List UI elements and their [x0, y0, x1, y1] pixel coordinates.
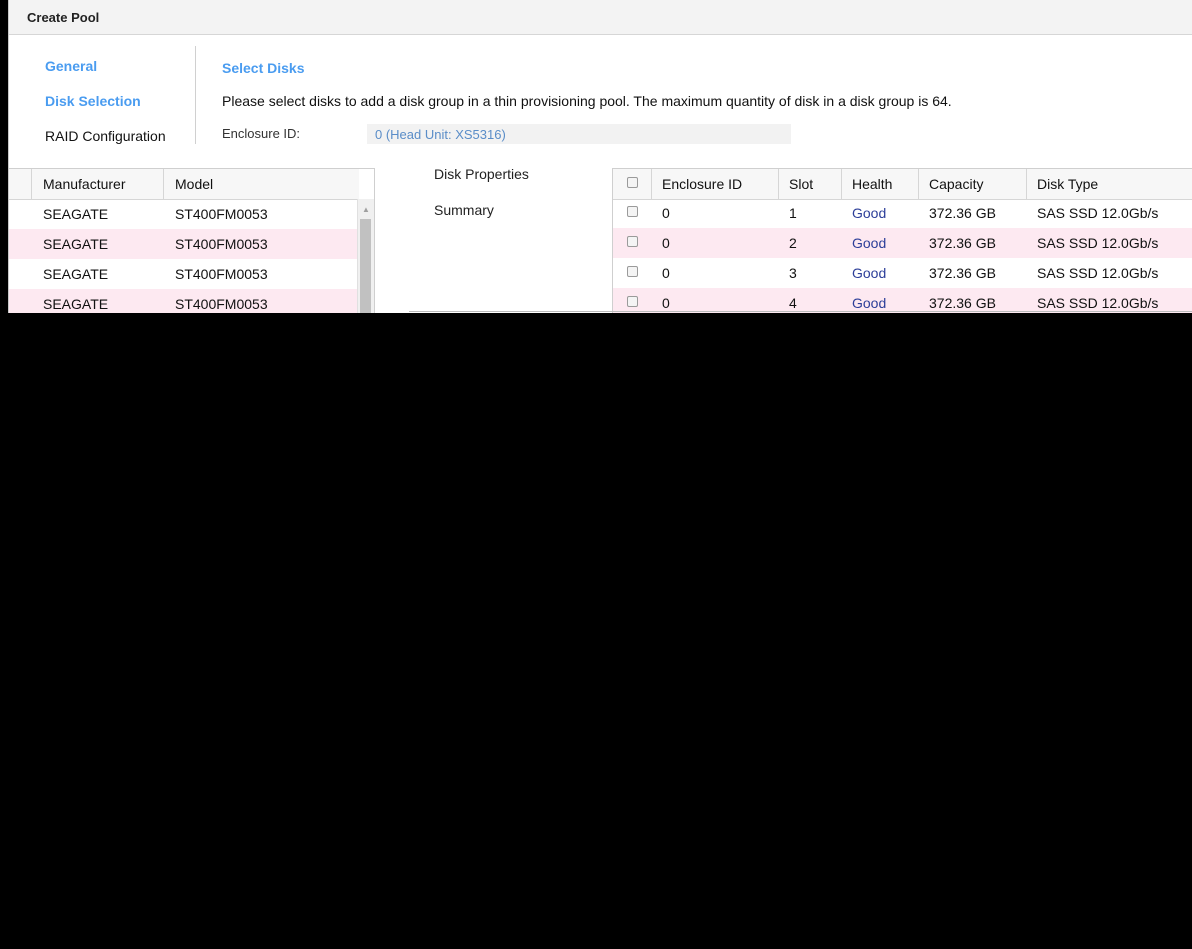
cell-capacity: 372.36 GB: [929, 295, 996, 311]
table-row[interactable]: SEAGATE ST400FM0053: [9, 259, 359, 289]
table-row[interactable]: 0 2 Good 372.36 GB SAS SSD 12.0Gb/s: [613, 228, 1192, 258]
cell-slot: 4: [789, 295, 797, 311]
cell-enclosure-id: 0: [662, 265, 670, 281]
cell-enclosure-id: 0: [662, 295, 670, 311]
table-row[interactable]: SEAGATE ST400FM0053: [9, 229, 359, 259]
cell-model: ST400FM0053: [175, 236, 268, 252]
vertical-scrollbar[interactable]: ▲: [357, 199, 374, 313]
column-header-disk-type[interactable]: Disk Type: [1037, 176, 1098, 192]
table-header: Manufacturer Model: [9, 169, 359, 200]
cell-disk-type: SAS SSD 12.0Gb/s: [1037, 265, 1159, 281]
column-divider: [31, 169, 32, 199]
cell-model: ST400FM0053: [175, 266, 268, 282]
table-row[interactable]: 0 4 Good 372.36 GB SAS SSD 12.0Gb/s: [613, 288, 1192, 313]
column-header-enclosure-id[interactable]: Enclosure ID: [662, 176, 742, 192]
cell-disk-type: SAS SSD 12.0Gb/s: [1037, 205, 1159, 221]
row-checkbox[interactable]: [627, 266, 638, 277]
nav-divider: [195, 46, 196, 146]
select-all-checkbox[interactable]: [627, 177, 638, 188]
cell-enclosure-id: 0: [662, 235, 670, 251]
scroll-up-arrow-icon[interactable]: ▲: [362, 205, 370, 214]
dialog-title: Create Pool: [27, 10, 100, 25]
column-divider: [841, 169, 842, 199]
column-header-slot[interactable]: Slot: [789, 176, 813, 192]
scrollbar-thumb[interactable]: [360, 219, 371, 313]
row-checkbox[interactable]: [627, 236, 638, 247]
cell-capacity: 372.36 GB: [929, 265, 996, 281]
cell-disk-type: SAS SSD 12.0Gb/s: [1037, 235, 1159, 251]
cell-model: ST400FM0053: [175, 296, 268, 312]
column-divider: [918, 169, 919, 199]
dialog-titlebar: Create Pool: [9, 0, 1192, 35]
column-header-model[interactable]: Model: [175, 176, 213, 192]
cell-health: Good: [852, 265, 887, 281]
column-divider: [651, 169, 652, 199]
cell-health: Good: [852, 295, 887, 311]
cell-manufacturer: SEAGATE: [43, 266, 109, 282]
column-header-capacity[interactable]: Capacity: [929, 176, 983, 192]
cell-manufacturer: SEAGATE: [43, 296, 109, 312]
cell-enclosure-id: 0: [662, 205, 670, 221]
cell-slot: 2: [789, 235, 797, 251]
create-pool-dialog: Create Pool General Disk Selection RAID …: [8, 0, 1192, 313]
cell-capacity: 372.36 GB: [929, 235, 996, 251]
instruction-text: Please select disks to add a disk group …: [222, 93, 952, 109]
cell-model: ST400FM0053: [175, 206, 268, 222]
column-divider: [1026, 169, 1027, 199]
tab-disk-properties[interactable]: Disk Properties: [434, 166, 529, 182]
table-row[interactable]: SEAGATE ST400FM0053: [9, 289, 359, 313]
cell-slot: 1: [789, 205, 797, 221]
table-row[interactable]: 0 3 Good 372.36 GB SAS SSD 12.0Gb/s: [613, 258, 1192, 288]
cell-slot: 3: [789, 265, 797, 281]
cell-capacity: 372.36 GB: [929, 205, 996, 221]
cell-manufacturer: SEAGATE: [43, 236, 109, 252]
enclosure-label: Enclosure ID:: [222, 126, 301, 141]
table-header: Enclosure ID Slot Health Capacity Disk T…: [613, 168, 1192, 200]
column-header-health[interactable]: Health: [852, 176, 892, 192]
table-row[interactable]: 0 1 Good 372.36 GB SAS SSD 12.0Gb/s: [613, 198, 1192, 228]
nav-item-disk-selection[interactable]: Disk Selection: [45, 93, 141, 109]
table-row[interactable]: SEAGATE ST400FM0053: [9, 199, 359, 229]
cell-disk-type: SAS SSD 12.0Gb/s: [1037, 295, 1159, 311]
nav-item-general[interactable]: General: [45, 58, 97, 74]
column-divider: [163, 169, 164, 199]
nav-item-raid-configuration[interactable]: RAID Configuration: [45, 128, 166, 144]
row-checkbox[interactable]: [627, 296, 638, 307]
cell-health: Good: [852, 205, 887, 221]
cell-health: Good: [852, 235, 887, 251]
disk-model-table: Manufacturer Model SEAGATE ST400FM0053 S…: [9, 168, 375, 313]
column-header-manufacturer[interactable]: Manufacturer: [43, 176, 125, 192]
tab-summary[interactable]: Summary: [434, 202, 494, 218]
cell-manufacturer: SEAGATE: [43, 206, 109, 222]
section-title: Select Disks: [222, 60, 305, 76]
disk-list-table: Enclosure ID Slot Health Capacity Disk T…: [612, 168, 1192, 313]
content-band: [9, 144, 1192, 164]
enclosure-select-value: 0 (Head Unit: XS5316): [375, 127, 506, 142]
bottom-divider: [409, 311, 1192, 312]
row-checkbox[interactable]: [627, 206, 638, 217]
column-divider: [778, 169, 779, 199]
